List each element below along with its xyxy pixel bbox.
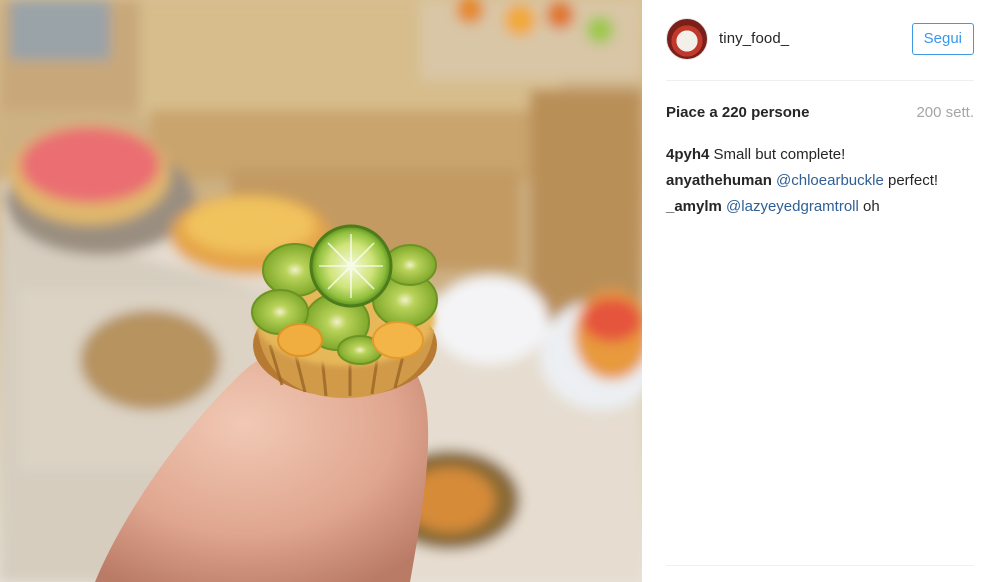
footer-divider bbox=[666, 565, 974, 566]
tart bbox=[251, 224, 438, 398]
likes-row: Piace a 220 persone 200 sett. bbox=[666, 101, 974, 123]
header-divider bbox=[666, 80, 974, 81]
likes-count[interactable]: Piace a 220 persone bbox=[666, 104, 809, 121]
comment-item: _amylm @lazyeyedgramtroll oh bbox=[666, 194, 974, 220]
comment-username[interactable]: _amylm bbox=[666, 198, 722, 215]
avatar[interactable] bbox=[666, 17, 708, 60]
comment-item: 4pyh4 Small but complete! bbox=[666, 142, 974, 168]
post-timestamp[interactable]: 200 sett. bbox=[916, 104, 974, 121]
comment-item: anyathehuman @chloearbuckle perfect! bbox=[666, 168, 974, 194]
comment-text: Small but complete! bbox=[713, 146, 846, 163]
post-photo[interactable] bbox=[0, 0, 642, 582]
username-link[interactable]: tiny_food_ bbox=[719, 30, 789, 47]
miniature-fruit-tart-photo bbox=[0, 0, 642, 582]
comment-username[interactable]: 4pyh4 bbox=[666, 146, 709, 163]
comment-mention[interactable]: @chloearbuckle bbox=[776, 172, 884, 189]
comment-mention[interactable]: @lazyeyedgramtroll bbox=[726, 198, 859, 215]
comments-list: 4pyh4 Small but complete! anyathehuman @… bbox=[666, 142, 974, 220]
comment-text: oh bbox=[863, 198, 880, 215]
follow-button[interactable]: Segui bbox=[911, 22, 974, 55]
post-header: tiny_food_ Segui bbox=[666, 16, 974, 61]
comment-text: perfect! bbox=[888, 172, 939, 189]
comment-username[interactable]: anyathehuman bbox=[666, 172, 772, 189]
post-sidebar: tiny_food_ Segui Piace a 220 persone 200… bbox=[642, 0, 996, 582]
